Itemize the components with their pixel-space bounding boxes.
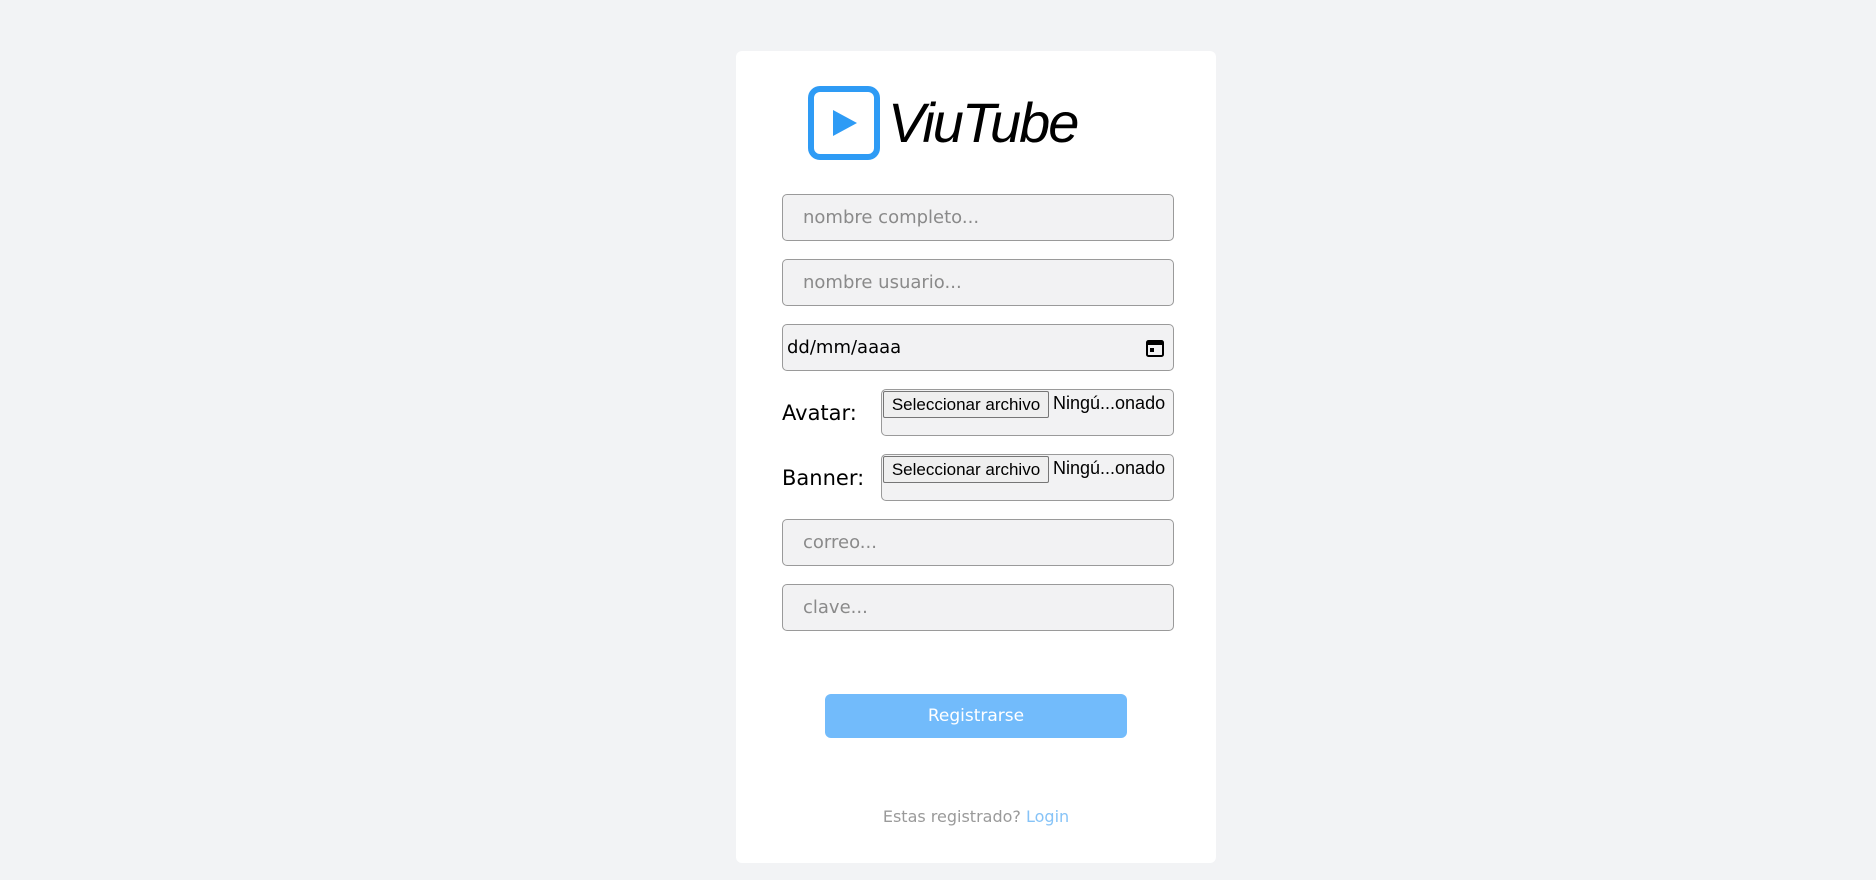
- login-link[interactable]: Login: [1026, 807, 1069, 826]
- viutube-logo: ViuTube: [808, 85, 1079, 161]
- full-name-placeholder: nombre completo...: [803, 207, 980, 228]
- banner-row: Banner: Seleccionar archivo Ningú...onad…: [782, 454, 1174, 501]
- banner-file-status: Ningú...onado: [1053, 458, 1166, 478]
- birthdate-input[interactable]: dd/mm/aaaa: [782, 324, 1174, 371]
- play-icon: [808, 86, 880, 160]
- avatar-select-file-button[interactable]: Seleccionar archivo: [883, 391, 1049, 418]
- date-placeholder: dd/mm/aaaa: [787, 337, 902, 358]
- logo-wordmark: ViuTube: [888, 91, 1079, 154]
- banner-select-file-button[interactable]: Seleccionar archivo: [883, 456, 1049, 483]
- email-placeholder: correo...: [803, 532, 877, 553]
- register-card: ViuTube nombre completo... nombre usuari…: [736, 51, 1216, 863]
- username-placeholder: nombre usuario...: [803, 272, 962, 293]
- username-input[interactable]: nombre usuario...: [782, 259, 1174, 306]
- login-prompt: Estas registrado? Login: [736, 807, 1216, 826]
- password-placeholder: clave...: [803, 597, 868, 618]
- avatar-file-input[interactable]: Seleccionar archivo Ningú...onado: [881, 389, 1174, 436]
- register-button[interactable]: Registrarse: [825, 694, 1127, 738]
- calendar-icon[interactable]: [1145, 338, 1165, 358]
- full-name-input[interactable]: nombre completo...: [782, 194, 1174, 241]
- email-input[interactable]: correo...: [782, 519, 1174, 566]
- avatar-file-status: Ningú...onado: [1053, 393, 1166, 413]
- avatar-label: Avatar:: [782, 400, 857, 425]
- password-input[interactable]: clave...: [782, 584, 1174, 631]
- banner-file-input[interactable]: Seleccionar archivo Ningú...onado: [881, 454, 1174, 501]
- banner-label: Banner:: [782, 465, 865, 490]
- avatar-row: Avatar: Seleccionar archivo Ningú...onad…: [782, 389, 1174, 436]
- login-prompt-text: Estas registrado?: [882, 807, 1021, 826]
